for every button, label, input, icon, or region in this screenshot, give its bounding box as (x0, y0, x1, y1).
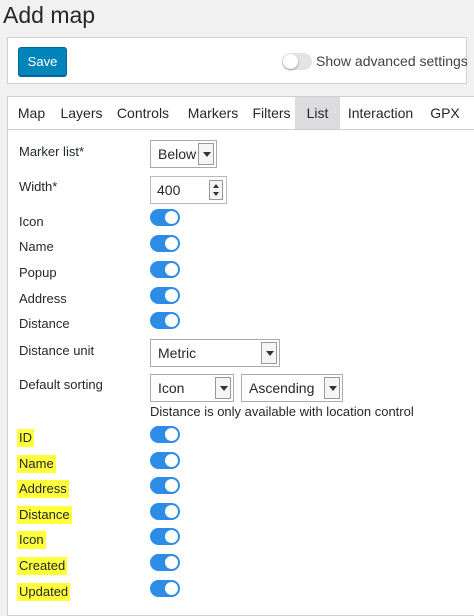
toggle-knob (165, 263, 178, 276)
name-label: Name (19, 239, 54, 254)
distance-unit-label: Distance unit (19, 343, 95, 358)
address-toggle[interactable] (150, 287, 180, 304)
width-input[interactable]: 400 (150, 176, 227, 204)
toggle-knob (165, 454, 178, 467)
distance-unit-select[interactable]: Metric (150, 339, 280, 367)
toggle-knob (165, 582, 178, 595)
chevron-down-icon (261, 342, 277, 364)
toggle-knob (165, 505, 178, 518)
settings-panel: Map Layers Controls Markers Filters List… (7, 96, 474, 616)
tab-list[interactable]: List (295, 97, 340, 129)
tab-controls[interactable]: Controls (108, 97, 178, 129)
advanced-settings-label[interactable]: Show advanced settings (316, 51, 468, 71)
page-title: Add map (3, 2, 96, 28)
sort-icon-toggle[interactable] (150, 528, 180, 545)
sort-id-toggle[interactable] (150, 426, 180, 443)
number-spinner-icon[interactable] (209, 180, 223, 200)
sort-field-select[interactable]: Icon (150, 374, 234, 402)
popup-label: Popup (19, 265, 57, 280)
toggle-knob (165, 314, 178, 327)
name-toggle[interactable] (150, 235, 180, 252)
tab-gpx[interactable]: GPX (421, 97, 469, 129)
sort-name-label: Name (17, 455, 56, 473)
address-label: Address (19, 291, 67, 306)
chevron-down-icon (215, 377, 231, 399)
advanced-settings-toggle[interactable] (282, 53, 312, 70)
toggle-knob (165, 211, 178, 224)
sort-updated-toggle[interactable] (150, 580, 180, 597)
sort-created-toggle[interactable] (150, 554, 180, 571)
sort-address-label: Address (17, 480, 69, 498)
marker-list-value: Below (158, 146, 197, 162)
default-sorting-label: Default sorting (19, 377, 103, 392)
distance-toggle[interactable] (150, 312, 180, 329)
icon-label: Icon (19, 214, 44, 229)
sort-id-label: ID (17, 429, 34, 447)
icon-toggle[interactable] (150, 209, 180, 226)
tab-interaction[interactable]: Interaction (340, 97, 421, 129)
toggle-knob (165, 237, 178, 250)
popup-toggle[interactable] (150, 261, 180, 278)
tab-bar: Map Layers Controls Markers Filters List… (8, 97, 474, 130)
sort-field-value: Icon (158, 380, 185, 396)
sort-distance-toggle[interactable] (150, 503, 180, 520)
sort-distance-label: Distance (17, 506, 72, 524)
chevron-down-icon (198, 143, 214, 165)
distance-label: Distance (19, 316, 70, 331)
distance-unit-value: Metric (158, 345, 197, 361)
tab-markers[interactable]: Markers (178, 97, 248, 129)
sorting-note: Distance is only available with location… (150, 404, 414, 419)
marker-list-select[interactable]: Below (150, 140, 217, 168)
top-panel: Save Show advanced settings (7, 37, 468, 84)
sort-created-label: Created (17, 557, 68, 575)
tab-map[interactable]: Map (8, 97, 55, 129)
tab-filters[interactable]: Filters (248, 97, 295, 129)
sort-icon-label: Icon (17, 531, 46, 549)
toggle-knob (165, 530, 178, 543)
toggle-knob (165, 479, 178, 492)
sort-order-value: Ascending (249, 380, 315, 396)
sort-address-toggle[interactable] (150, 477, 180, 494)
width-value: 400 (157, 182, 181, 198)
sort-updated-label: Updated (17, 583, 71, 601)
save-button[interactable]: Save (18, 47, 67, 76)
width-label: Width* (19, 179, 58, 194)
toggle-knob (165, 556, 178, 569)
chevron-down-icon (324, 377, 340, 399)
toggle-knob (165, 428, 178, 441)
sort-order-select[interactable]: Ascending (241, 374, 343, 402)
marker-list-label: Marker list* (19, 144, 85, 159)
tab-layers[interactable]: Layers (55, 97, 108, 129)
toggle-knob (165, 289, 178, 302)
toggle-knob (283, 54, 298, 69)
sort-name-toggle[interactable] (150, 452, 180, 469)
